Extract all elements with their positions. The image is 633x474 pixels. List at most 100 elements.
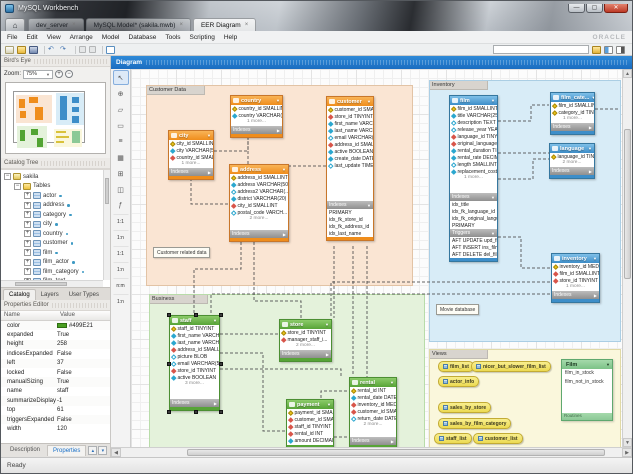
more-columns-label[interactable]: 1 more... [551, 116, 594, 123]
section-row[interactable]: PRIMARY [450, 222, 497, 229]
section-header-collapsed[interactable]: Indexes▶ [551, 123, 594, 131]
section-row[interactable]: idx_fk_language_id [450, 208, 497, 215]
table-column[interactable]: store_id TINYINT [280, 329, 331, 336]
table-column[interactable]: amount DECIMAL(... [287, 437, 333, 444]
tree-item-category[interactable]: +category [4, 210, 110, 220]
view-sales_by_store[interactable]: sales_by_store [438, 402, 491, 413]
table-film_cate[interactable]: film_cate...▼film_id SMALLINTcategory_id… [550, 92, 595, 135]
section-row[interactable]: idx_fk_store_id [327, 216, 373, 223]
selection-handle[interactable] [194, 313, 198, 317]
table-column[interactable]: last_name VARCH... [170, 339, 219, 346]
table-header[interactable]: film_cate...▼ [551, 93, 594, 102]
selection-handle[interactable] [194, 410, 198, 414]
canvas-horizontal-scrollbar[interactable]: ◀ ▶ [111, 447, 632, 457]
splitter-up-icon[interactable]: ▴ [88, 446, 97, 455]
property-row-height[interactable]: height258 [1, 340, 110, 349]
more-columns-label[interactable]: 3 more... [170, 381, 219, 388]
tree-item-address[interactable]: +address [4, 201, 110, 211]
table-header[interactable]: city▼ [169, 131, 213, 140]
table-column[interactable]: film_id SMALLINT [450, 105, 497, 112]
table-column[interactable]: customer_id SMAL... [350, 408, 396, 415]
table-language[interactable]: language▼language_id TINY...2 more...Ind… [549, 143, 595, 179]
section-header-collapsed[interactable]: Indexes▶ [550, 167, 594, 175]
scroll-left-icon[interactable]: ◀ [111, 448, 121, 457]
scrollbar-thumb[interactable] [15, 282, 67, 286]
scrollbar-thumb[interactable] [105, 178, 109, 204]
more-columns-label[interactable]: 1 more... [231, 119, 282, 126]
diagram-canvas[interactable]: Customer DataInventoryBusinessViewsCusto… [131, 69, 622, 447]
eraser-tool[interactable]: ▱ [113, 102, 129, 117]
table-store[interactable]: store▼store_id TINYINTmanager_staff_i...… [279, 319, 332, 362]
section-row[interactable]: PRIMARY [327, 209, 373, 216]
table-column[interactable]: first_name VARCHA... [327, 120, 373, 127]
table-header[interactable]: staff▼ [170, 316, 219, 325]
more-columns-label[interactable]: 2 more... [350, 422, 396, 429]
table-column[interactable]: address_id SMALL... [170, 346, 219, 353]
table-column[interactable]: district VARCHAR(20) [230, 195, 288, 202]
zoom-in-icon[interactable]: + [55, 70, 63, 78]
table-column[interactable]: city VARCHAR(50) [169, 147, 213, 154]
tree-item-film[interactable]: +film [4, 248, 110, 258]
note-tool[interactable]: ≡ [113, 134, 129, 149]
section-header-collapsed[interactable]: Indexes▶ [280, 350, 331, 358]
collapse-arrow-icon[interactable]: ▼ [325, 322, 329, 327]
tree-item-customer[interactable]: +customer [4, 239, 110, 249]
collapse-arrow-icon[interactable]: ▼ [593, 256, 597, 261]
table-header[interactable]: country▼ [231, 96, 282, 105]
note-movie-database[interactable]: Movie database [436, 304, 479, 315]
table-column[interactable]: country_id SMALLINT [169, 154, 213, 161]
routine-group-film[interactable]: Film▼film_in_stockfilm_not_in_stockRouti… [561, 359, 613, 421]
menu-model[interactable]: Model [102, 34, 120, 41]
collapse-icon[interactable]: − [4, 173, 11, 180]
rel-1-n-non-identifying-tool[interactable]: 1:n [113, 230, 129, 245]
save-icon[interactable] [29, 46, 38, 54]
routine-film_not_in_stock[interactable]: film_not_in_stock [562, 378, 612, 387]
menu-help[interactable]: Help [224, 34, 237, 41]
scrollbar-thumb[interactable] [187, 449, 605, 456]
expand-icon[interactable]: + [24, 249, 31, 256]
scrollbar-thumb[interactable] [624, 129, 631, 279]
select-tool[interactable]: ↖ [113, 70, 129, 85]
table-header[interactable]: address▼ [230, 165, 288, 174]
more-columns-label[interactable]: 1 more... [552, 284, 599, 291]
property-row-width[interactable]: width120 [1, 424, 110, 433]
table-column[interactable]: language_id TINYINT [450, 133, 497, 140]
section-row[interactable]: idx_fk_address_id [327, 223, 373, 230]
image-tool[interactable]: ▦ [113, 150, 129, 165]
zoom-out-icon[interactable]: − [65, 70, 73, 78]
section-row[interactable]: AFT INSERT ins_film [450, 244, 497, 251]
tree-item-film_category[interactable]: +film_category [4, 267, 110, 277]
scroll-down-icon[interactable]: ▼ [623, 438, 632, 447]
collapse-arrow-icon[interactable]: ▼ [276, 98, 280, 103]
property-row-top[interactable]: top61 [1, 406, 110, 415]
property-row-triggersExpanded[interactable]: triggersExpandedFalse [1, 415, 110, 424]
more-columns-label[interactable]: 2 more... [280, 343, 331, 350]
table-header[interactable]: rental▼ [350, 378, 396, 387]
view-tool[interactable]: ◫ [113, 182, 129, 197]
table-column[interactable]: email VARCHAR(50) [170, 360, 219, 367]
selection-handle[interactable] [219, 362, 223, 366]
pan-tool[interactable]: ⊕ [113, 86, 129, 101]
routine-group-header[interactable]: Film▼ [562, 360, 612, 369]
table-column[interactable]: country_id SMALLINT [231, 105, 282, 112]
table-column[interactable]: replacement_cost D... [450, 168, 497, 175]
column-header-value[interactable]: Value [57, 311, 78, 320]
titlebar[interactable]: MySQL Workbench —▢✕ [1, 1, 632, 16]
rel-1-n-identifying-tool[interactable]: 1:n [113, 262, 129, 277]
table-column[interactable]: customer_id SMA... [287, 416, 333, 423]
undo-icon[interactable]: ↶ [48, 46, 57, 54]
collapse-arrow-icon[interactable]: ▼ [282, 167, 286, 172]
table-column[interactable]: active BOOLEAN [170, 374, 219, 381]
property-row-locked[interactable]: lockedFalse [1, 368, 110, 377]
section-header-collapsed[interactable]: Indexes▶ [231, 126, 282, 134]
tree-item-country[interactable]: +country [4, 229, 110, 239]
birds-eye-minimap[interactable] [5, 82, 106, 154]
section-header-collapsed[interactable]: Indexes▶ [230, 230, 288, 238]
table-column[interactable]: language_id TINY... [550, 153, 594, 160]
collapse-arrow-icon[interactable]: ▼ [491, 98, 495, 103]
table-header[interactable]: payment▼ [287, 400, 333, 409]
menu-scripting[interactable]: Scripting [190, 34, 215, 41]
zoom-in-toolbar-icon[interactable] [89, 46, 96, 53]
minimize-button[interactable]: — [568, 4, 585, 13]
table-column[interactable]: rental_id INT [287, 430, 333, 437]
